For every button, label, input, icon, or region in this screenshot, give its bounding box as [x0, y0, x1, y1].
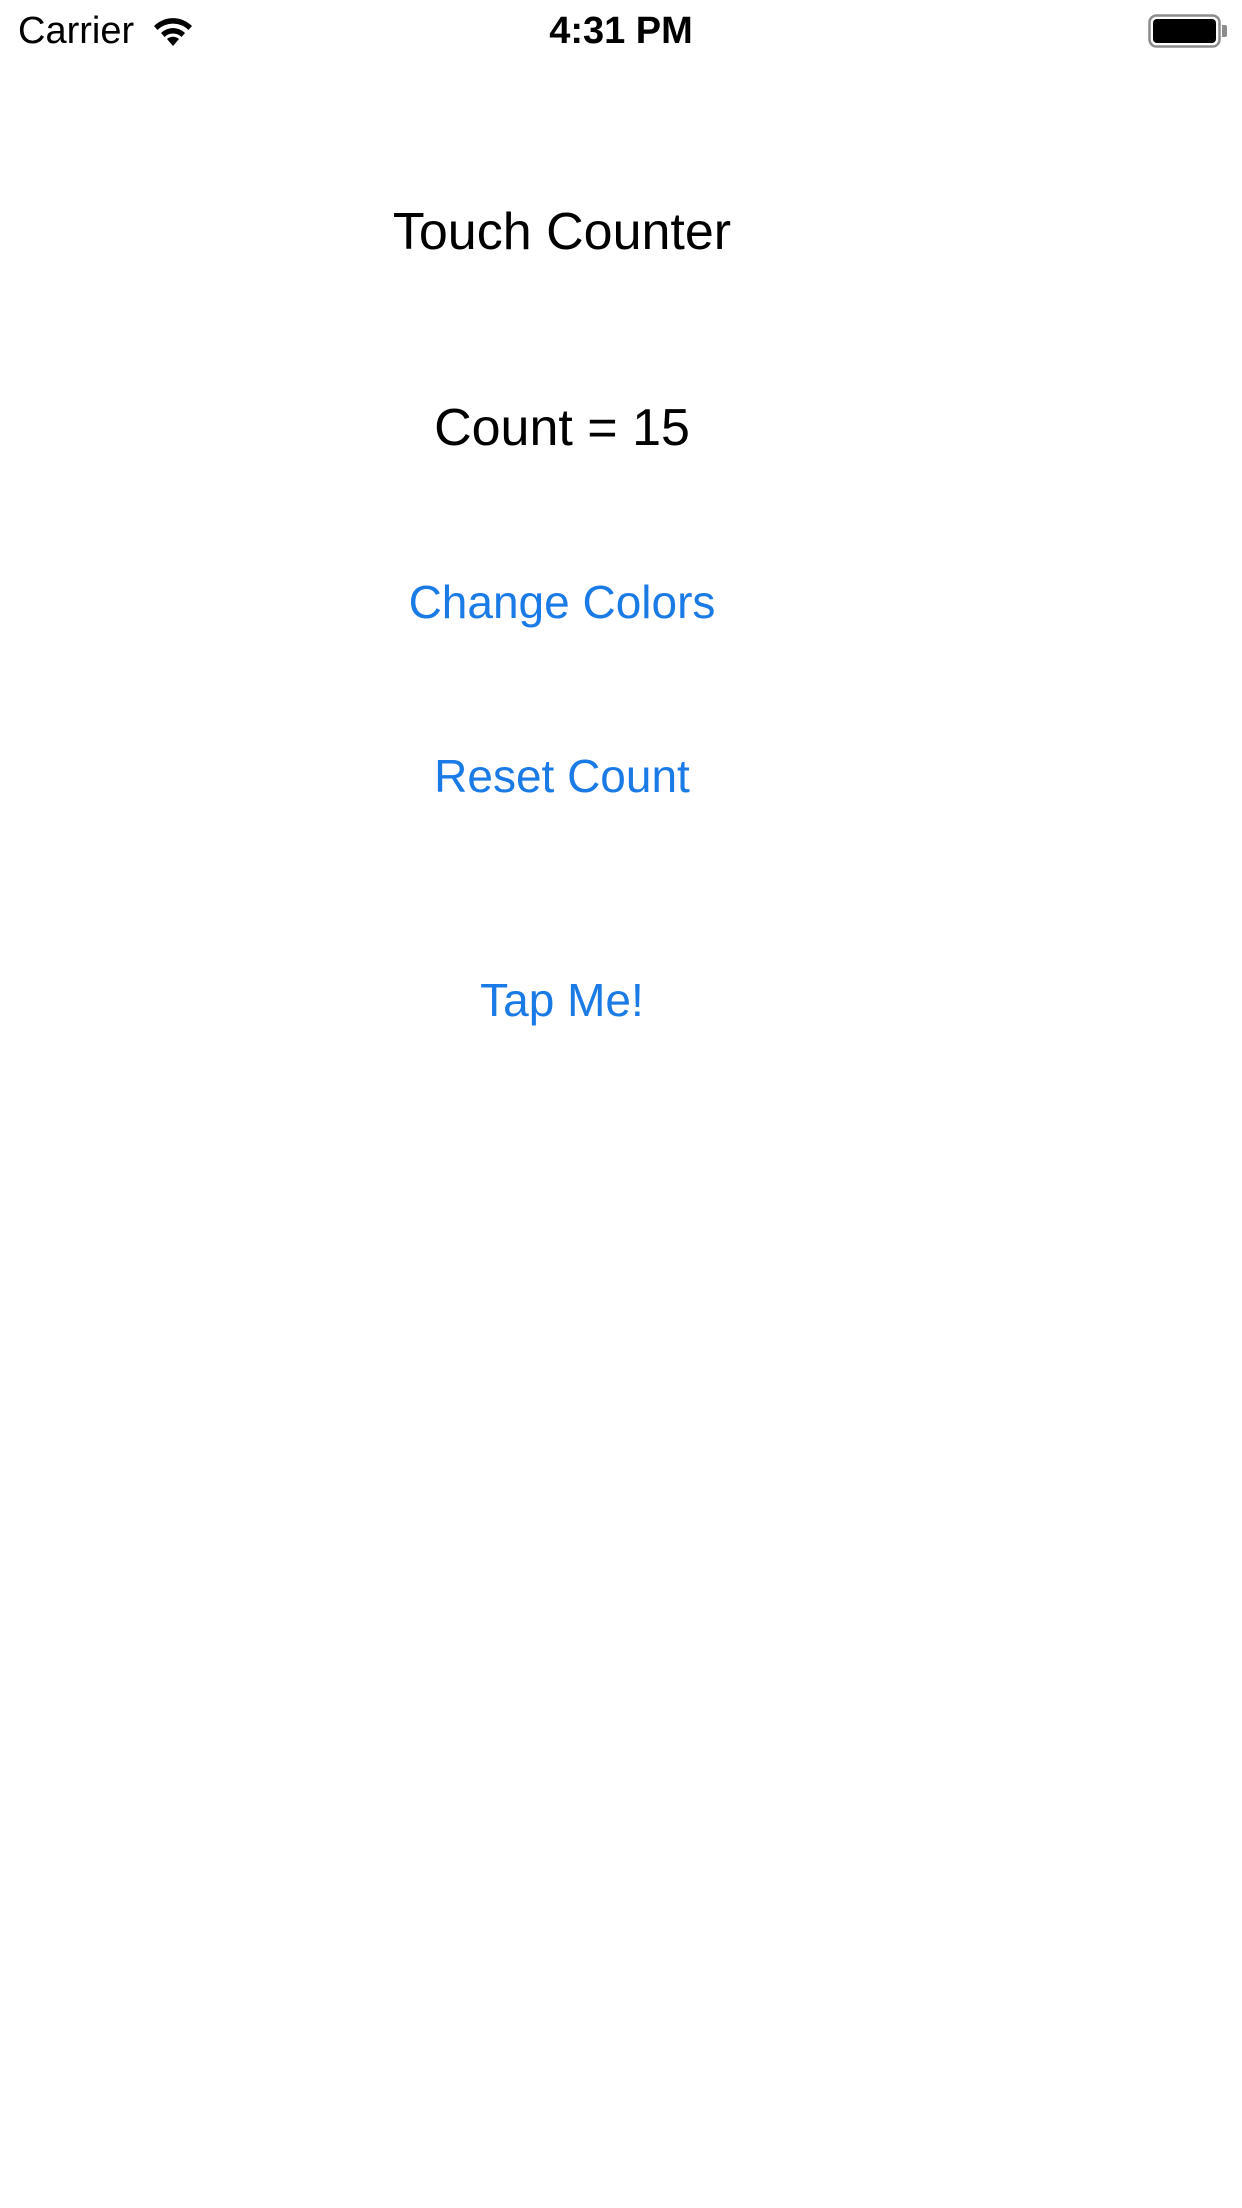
- page-title: Touch Counter: [392, 203, 732, 261]
- reset-count-button[interactable]: Reset Count: [362, 736, 762, 816]
- status-bar: Carrier 4:31 PM: [0, 0, 1242, 60]
- change-colors-button[interactable]: Change Colors: [362, 562, 762, 642]
- battery-icon: [1148, 14, 1228, 48]
- count-label: Count = 15: [434, 399, 690, 457]
- tap-me-button[interactable]: Tap Me!: [362, 960, 762, 1040]
- clock: 4:31 PM: [549, 10, 693, 52]
